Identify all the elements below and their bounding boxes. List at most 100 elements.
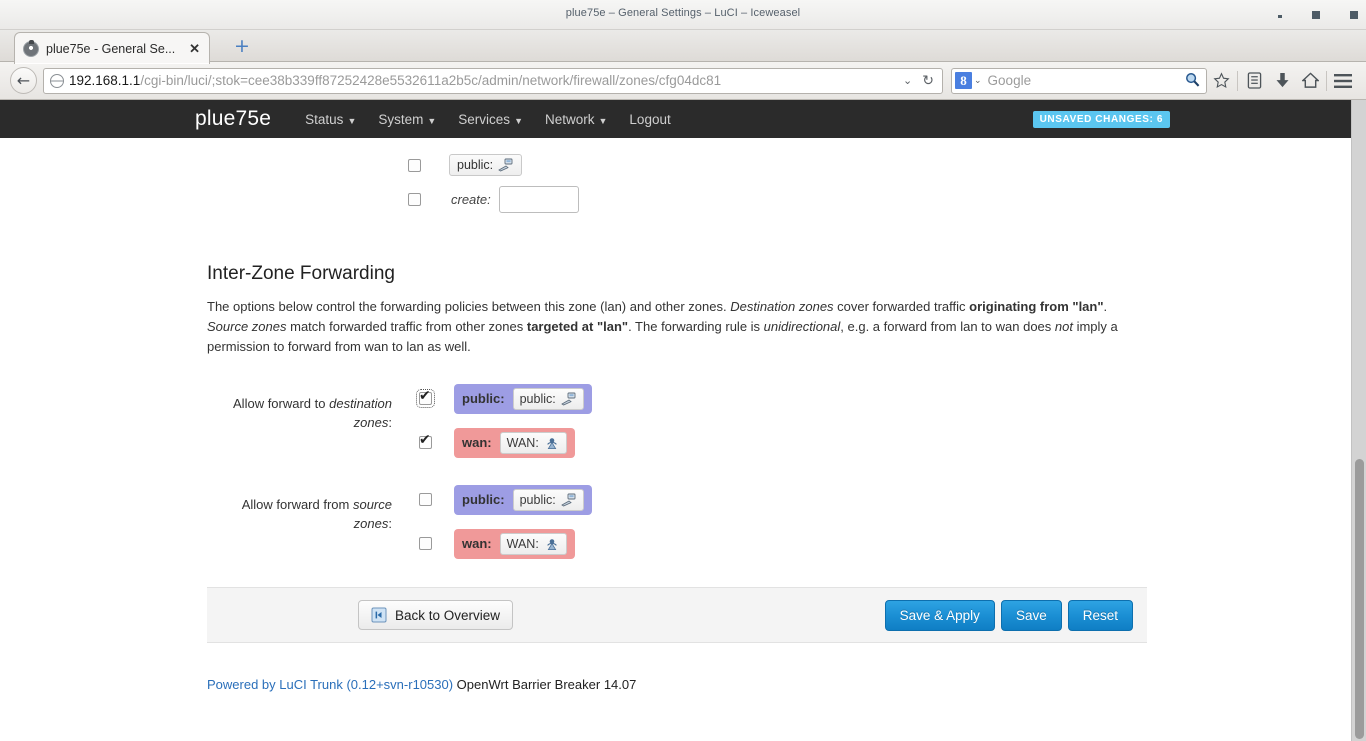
network-chip-public[interactable]: public:: [449, 154, 522, 176]
luci-credits-link[interactable]: Powered by LuCI Trunk (0.12+svn-r10530): [207, 677, 453, 692]
tab-bar: plue75e - General Se... ✕ +: [0, 30, 1366, 62]
close-window-button[interactable]: [1350, 11, 1358, 19]
zone-network-label: WAN:: [507, 537, 539, 551]
zone-row-public: public: public:: [419, 383, 592, 414]
zone-network-label: WAN:: [507, 436, 539, 450]
zone-network-chip: WAN:: [500, 533, 567, 555]
search-icon[interactable]: [1185, 72, 1202, 90]
zone-checkbox-dest-public[interactable]: [419, 392, 432, 405]
nav-item-services[interactable]: Services▼: [458, 112, 523, 127]
address-bar[interactable]: 192.168.1.1/cgi-bin/luci/;stok=cee38b339…: [43, 68, 943, 94]
back-to-overview-label: Back to Overview: [395, 608, 500, 623]
description-fragment: , e.g. a forward from lan to wan does: [840, 319, 1055, 334]
scrollbar-thumb[interactable]: [1355, 459, 1364, 739]
create-network-input[interactable]: [499, 186, 579, 213]
search-bar[interactable]: 8 ⌄ Google: [951, 68, 1207, 94]
browser-tab[interactable]: plue75e - General Se... ✕: [14, 32, 210, 64]
nav-label: Logout: [629, 112, 670, 127]
zone-badge-name: public:: [462, 391, 505, 406]
zone-badge-wan[interactable]: wan: WAN:: [454, 428, 575, 458]
toolbar-divider: [1326, 71, 1327, 91]
description-fragment: unidirectional: [764, 319, 841, 334]
reset-button[interactable]: Reset: [1068, 600, 1133, 631]
zone-network-chip: public:: [513, 388, 584, 410]
chevron-down-icon[interactable]: ⌄: [974, 75, 982, 86]
description-fragment: targeted at "lan": [527, 319, 628, 334]
site-logo[interactable]: plue75e: [195, 107, 271, 131]
field-label: Allow forward to destination zones:: [207, 383, 392, 458]
page-footer: Powered by LuCI Trunk (0.12+svn-r10530) …: [207, 677, 1366, 692]
description-fragment: The options below control the forwarding…: [207, 299, 730, 314]
google-engine-icon[interactable]: 8: [955, 72, 972, 89]
nav-item-logout[interactable]: Logout: [629, 112, 670, 127]
field-label: Allow forward from source zones:: [207, 484, 392, 559]
network-row-public: public:: [207, 148, 1366, 182]
zone-badge-wan[interactable]: wan: WAN:: [454, 529, 575, 559]
minimize-button[interactable]: [1278, 15, 1282, 18]
save-button[interactable]: Save: [1001, 600, 1062, 631]
close-tab-icon[interactable]: ✕: [186, 42, 203, 55]
search-icon-svg: [1185, 72, 1200, 87]
network-device-icon: [498, 158, 514, 172]
zone-checkbox-src-public[interactable]: [419, 493, 432, 506]
zone-network-label: public:: [520, 493, 556, 507]
reader-list-icon[interactable]: [1240, 67, 1268, 95]
chevron-down-icon[interactable]: ⌄: [897, 74, 918, 87]
menu-hamburger-icon[interactable]: [1329, 67, 1357, 95]
back-to-overview-button[interactable]: Back to Overview: [358, 600, 513, 630]
create-label: create:: [451, 192, 491, 207]
back-icon[interactable]: ←: [10, 67, 37, 94]
home-icon[interactable]: [1296, 67, 1324, 95]
search-input[interactable]: Google: [988, 73, 1185, 88]
field-label-prefix: Allow forward to: [233, 396, 329, 411]
zone-network-list: public: create:: [207, 138, 1366, 216]
unsaved-changes-badge[interactable]: UNSAVED CHANGES: 6: [1033, 111, 1170, 128]
chevron-down-icon: ▼: [347, 116, 356, 126]
nav-label: System: [378, 112, 423, 127]
bookmark-star-icon[interactable]: [1207, 67, 1235, 95]
new-tab-button[interactable]: +: [232, 37, 252, 57]
description-fragment: match forwarded traffic from other zones: [287, 319, 527, 334]
maximize-button[interactable]: [1312, 11, 1320, 19]
zone-network-chip: public:: [513, 489, 584, 511]
wireless-antenna-icon: [544, 436, 560, 450]
network-row-create: create:: [207, 182, 1366, 216]
nav-label: Services: [458, 112, 510, 127]
nav-item-network[interactable]: Network▼: [545, 112, 607, 127]
field-allow-forward-destination: Allow forward to destination zones: publ…: [207, 383, 1366, 458]
zone-row-public: public: public:: [419, 484, 592, 515]
nav-item-status[interactable]: Status▼: [305, 112, 356, 127]
save-apply-button[interactable]: Save & Apply: [885, 600, 995, 631]
toolbar-divider: [1237, 71, 1238, 91]
field-body: public: public:: [392, 484, 592, 559]
page-scrollbar[interactable]: [1351, 100, 1366, 741]
chevron-down-icon: ▼: [427, 116, 436, 126]
zone-badge-name: wan:: [462, 536, 492, 551]
field-allow-forward-source: Allow forward from source zones: public:…: [207, 484, 1366, 559]
luci-navigation-header: plue75e Status▼ System▼ Services▼ Networ…: [0, 100, 1366, 138]
url-host: 192.168.1.1: [69, 73, 140, 88]
save-buttons-group: Save & Apply Save Reset: [885, 600, 1133, 631]
description-fragment: . The forwarding rule is: [628, 319, 764, 334]
zone-row-wan: wan: WAN:: [419, 427, 592, 458]
field-label-emphasis: source zones: [353, 497, 392, 531]
zone-badge-public[interactable]: public: public:: [454, 485, 592, 515]
network-chip-label: public:: [457, 158, 493, 172]
nav-item-system[interactable]: System ▼: [378, 112, 436, 127]
network-checkbox-public[interactable]: [408, 159, 421, 172]
network-checkbox-create[interactable]: [408, 193, 421, 206]
browser-titlebar: plue75e – General Settings – LuCI – Icew…: [0, 0, 1366, 30]
nav-label: Network: [545, 112, 595, 127]
zone-checkbox-dest-wan[interactable]: [419, 436, 432, 449]
page-viewport: plue75e Status▼ System▼ Services▼ Networ…: [0, 100, 1366, 741]
zone-badge-public[interactable]: public: public:: [454, 384, 592, 414]
url-text: 192.168.1.1/cgi-bin/luci/;stok=cee38b339…: [69, 73, 897, 88]
description-fragment: .: [1104, 299, 1108, 314]
zone-row-wan: wan: WAN:: [419, 528, 592, 559]
zone-checkbox-src-wan[interactable]: [419, 537, 432, 550]
section-title: Inter-Zone Forwarding: [207, 263, 1366, 285]
zone-badge-name: wan:: [462, 435, 492, 450]
window-title: plue75e – General Settings – LuCI – Icew…: [0, 7, 1366, 19]
downloads-icon[interactable]: [1268, 67, 1296, 95]
reload-icon[interactable]: ↻: [918, 73, 938, 89]
